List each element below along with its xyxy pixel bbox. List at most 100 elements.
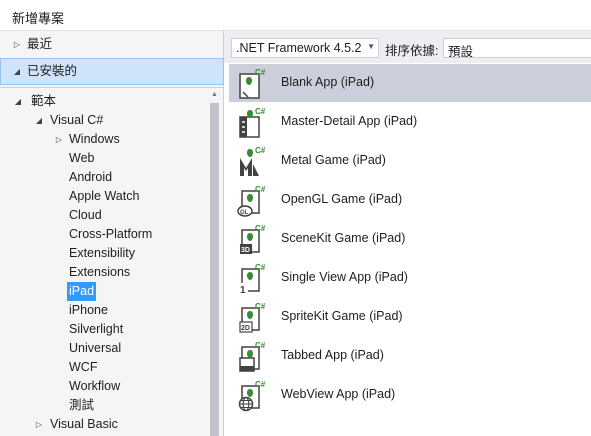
template-name: Metal Game (iPad): [281, 153, 386, 167]
tree-label: Visual Basic: [50, 417, 118, 431]
tree-label: WCF: [69, 360, 98, 374]
opengl-game-icon: GL C#: [237, 185, 266, 217]
template-item-spritekit-game[interactable]: 2D C# SpriteKit Game (iPad): [229, 298, 591, 336]
template-item-metal-game[interactable]: C# Metal Game (iPad): [229, 142, 591, 180]
expand-arrow-icon[interactable]: ▷: [54, 130, 64, 149]
scrollbar-thumb[interactable]: [210, 103, 219, 436]
sort-value: 預設: [448, 45, 474, 59]
template-name: Single View App (iPad): [281, 270, 408, 284]
master-detail-icon: C#: [239, 107, 266, 138]
spritekit-game-icon: 2D C#: [239, 302, 266, 333]
metal-game-icon: C#: [240, 146, 266, 176]
template-name: OpenGL Game (iPad): [281, 192, 403, 206]
template-item-tabbed-app[interactable]: C# Tabbed App (iPad): [229, 337, 591, 375]
template-name: SpriteKit Game (iPad): [281, 309, 403, 323]
tree-item-apple-watch[interactable]: Apple Watch: [0, 187, 222, 206]
tree-item-test[interactable]: 測試: [0, 396, 222, 415]
svg-text:GL: GL: [240, 210, 249, 216]
divider: [0, 87, 224, 88]
tree-item-visual-csharp[interactable]: ◢ Visual C#: [0, 111, 222, 130]
svg-text:C#: C#: [255, 107, 266, 116]
template-name: Blank App (iPad): [281, 75, 375, 89]
svg-text:C#: C#: [255, 380, 266, 389]
tree-label: Universal: [69, 341, 122, 355]
svg-text:1: 1: [240, 285, 246, 295]
tree-item-silverlight[interactable]: Silverlight: [0, 320, 222, 339]
tree-label: 範本: [31, 94, 57, 108]
template-item-single-view[interactable]: 1 C# Single View App (iPad): [229, 259, 591, 297]
tree-label: Silverlight: [69, 322, 124, 336]
expand-arrow-icon[interactable]: ▷: [12, 35, 22, 54]
svg-text:C#: C#: [255, 341, 266, 350]
tree-label: Cross-Platform: [69, 227, 153, 241]
tree-item-windows[interactable]: ▷ Windows: [0, 130, 222, 149]
tree-label: Apple Watch: [69, 189, 140, 203]
svg-text:C#: C#: [255, 224, 266, 233]
template-item-master-detail[interactable]: C# Master-Detail App (iPad): [229, 103, 591, 141]
template-item-webview-app[interactable]: C# WebView App (iPad): [229, 376, 591, 414]
tree-label: iPhone: [69, 303, 108, 317]
tree-scrollbar[interactable]: ▲: [207, 88, 222, 436]
expand-arrow-icon[interactable]: ▷: [34, 415, 44, 434]
tree-item-web[interactable]: Web: [0, 149, 222, 168]
tabbed-app-icon: C#: [239, 341, 266, 372]
scenekit-game-icon: 3D C#: [240, 224, 266, 254]
tree-label: Windows: [69, 132, 120, 146]
tree-label: Web: [69, 151, 95, 165]
tree-item-universal[interactable]: Universal: [0, 339, 222, 358]
window-title: 新增專案: [12, 11, 65, 26]
sort-label: 排序依據:: [385, 44, 439, 58]
svg-text:C#: C#: [255, 68, 266, 77]
sort-dropdown[interactable]: 預設: [443, 38, 591, 59]
tree-label: Cloud: [69, 208, 102, 222]
tree-item-extensions[interactable]: Extensions: [0, 263, 222, 282]
tree-item-recent[interactable]: ▷ 最近: [0, 35, 222, 54]
templates-toolbar: .NET Framework 4.5.2 ▼ 排序依據: 預設: [224, 31, 591, 63]
tree-label: Workflow: [69, 379, 121, 393]
template-item-opengl-game[interactable]: GL C# OpenGL Game (iPad): [229, 181, 591, 219]
collapse-arrow-icon[interactable]: ◢: [12, 59, 22, 84]
template-item-blank-app[interactable]: C# Blank App (iPad): [229, 64, 591, 102]
svg-text:C#: C#: [255, 185, 266, 194]
chevron-down-icon: ▼: [367, 42, 375, 51]
tree-item-installed[interactable]: ◢ 已安裝的: [0, 58, 224, 85]
template-name: WebView App (iPad): [281, 387, 396, 401]
tree-item-wcf[interactable]: WCF: [0, 358, 222, 377]
tree-item-cloud[interactable]: Cloud: [0, 206, 222, 225]
tree-item-extensibility[interactable]: Extensibility: [0, 244, 222, 263]
tree-item-workflow[interactable]: Workflow: [0, 377, 222, 396]
title-bar: 新增專案: [0, 0, 591, 31]
svg-text:C#: C#: [255, 302, 266, 311]
template-item-scenekit-game[interactable]: 3D C# SceneKit Game (iPad): [229, 220, 591, 258]
scroll-up-arrow-icon[interactable]: ▲: [207, 88, 222, 101]
webview-app-icon: C#: [238, 380, 266, 412]
svg-text:C#: C#: [255, 146, 266, 155]
template-tree-panel: ▷ 最近 ◢ 已安裝的 ◢ 範本 ◢ Visual C# ▷ Windows W…: [0, 31, 224, 436]
tree-item-iphone[interactable]: iPhone: [0, 301, 222, 320]
svg-text:2D: 2D: [241, 325, 250, 332]
tree-item-cross-platform[interactable]: Cross-Platform: [0, 225, 222, 244]
framework-value: .NET Framework 4.5.2: [236, 41, 362, 55]
framework-dropdown[interactable]: .NET Framework 4.5.2 ▼: [231, 38, 379, 58]
collapse-arrow-icon[interactable]: ◢: [34, 111, 44, 130]
template-name: Tabbed App (iPad): [281, 348, 384, 362]
tree-label: 測試: [69, 398, 95, 412]
templates-panel: .NET Framework 4.5.2 ▼ 排序依據: 預設 C# Blank…: [224, 31, 591, 436]
tree-item-android[interactable]: Android: [0, 168, 222, 187]
tree-label: 最近: [27, 37, 53, 51]
template-name: Master-Detail App (iPad): [281, 114, 418, 128]
tree-label: Visual C#: [50, 113, 104, 127]
single-view-icon: 1 C#: [239, 263, 266, 295]
tree-label: Extensions: [69, 265, 131, 279]
tree-item-ipad[interactable]: iPad: [0, 282, 222, 301]
tree-item-visual-basic[interactable]: ▷ Visual Basic: [0, 415, 222, 434]
tree-label: Extensibility: [69, 246, 135, 260]
collapse-arrow-icon[interactable]: ◢: [13, 92, 23, 111]
tree-label: 已安裝的: [27, 64, 78, 78]
tree-label-selected: iPad: [67, 282, 97, 301]
svg-text:3D: 3D: [241, 247, 250, 254]
blank-app-icon: C#: [239, 68, 266, 99]
template-name: SceneKit Game (iPad): [281, 231, 406, 245]
tree-label: Android: [69, 170, 113, 184]
tree-item-templates[interactable]: ◢ 範本: [0, 92, 222, 111]
